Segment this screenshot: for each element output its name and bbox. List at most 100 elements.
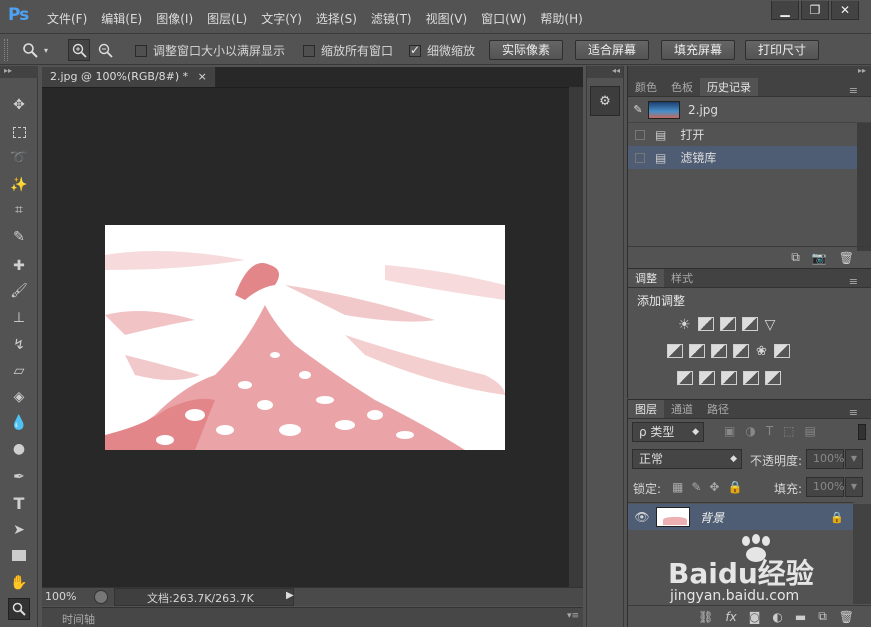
hand-tool-icon[interactable]: ✋ — [8, 572, 30, 594]
menu-window[interactable]: 窗口(W) — [476, 10, 531, 27]
filter-adjustment-icon[interactable]: ◑ — [745, 424, 755, 438]
zoom-level[interactable]: 100% — [45, 590, 76, 603]
actual-pixels-button[interactable]: 实际像素 — [489, 40, 564, 60]
filter-pixel-icon[interactable]: ▣ — [724, 424, 735, 438]
brush-tool-icon[interactable]: 🖌 — [8, 280, 30, 302]
history-state-checkbox[interactable] — [635, 129, 645, 140]
resize-windows-option[interactable]: 调整窗口大小以满屏显示 — [135, 42, 285, 59]
lasso-tool-icon[interactable]: ➰ — [8, 147, 30, 169]
image-canvas[interactable] — [105, 225, 505, 450]
panel-menu-icon[interactable]: ≡ — [842, 272, 865, 291]
layer-name[interactable]: 背景 — [700, 509, 724, 526]
pen-tool-icon[interactable]: ✒ — [8, 466, 30, 488]
layer-filter-select[interactable]: ρ 类型 ◆ — [632, 422, 704, 442]
vibrance-icon[interactable]: ▽ — [765, 317, 776, 333]
history-item[interactable]: ▤ 打开 — [628, 123, 871, 146]
move-tool-icon[interactable]: ✥ — [8, 94, 30, 116]
blend-mode-select[interactable]: 正常 ◆ — [632, 449, 742, 469]
history-panel-icon[interactable]: ⚙ — [590, 86, 620, 116]
close-window-button[interactable]: ✕ — [831, 1, 859, 20]
tools-collapse-icon[interactable]: ▸▸ — [0, 66, 38, 78]
menu-filter[interactable]: 滤镜(T) — [366, 10, 417, 27]
zoom-all-checkbox[interactable] — [303, 44, 315, 57]
path-selection-tool-icon[interactable]: ➤ — [8, 519, 30, 541]
tab-history[interactable]: 历史记录 — [700, 78, 758, 96]
panel-menu-icon[interactable]: ▾≡ — [567, 611, 579, 621]
filter-type-icon[interactable]: T — [766, 424, 773, 438]
dodge-tool-icon[interactable]: ● — [8, 438, 30, 460]
history-state-checkbox[interactable] — [635, 152, 645, 163]
restore-button[interactable]: ❐ — [801, 1, 829, 20]
panel-menu-icon[interactable]: ≡ — [842, 81, 865, 100]
history-scrollbar[interactable] — [857, 123, 871, 251]
panel-menu-icon[interactable]: ≡ — [842, 403, 865, 422]
lock-transparency-icon[interactable]: ▦ — [672, 480, 683, 494]
chevron-down-icon[interactable]: ▼ — [845, 449, 863, 469]
blur-tool-icon[interactable]: 💧 — [8, 412, 30, 434]
rectangle-tool-icon[interactable] — [8, 544, 30, 566]
threshold-icon[interactable] — [721, 371, 737, 385]
minimize-button[interactable]: ▁ — [771, 1, 799, 20]
lock-all-icon[interactable]: 🔒 — [727, 480, 742, 494]
channel-mixer-icon[interactable]: ❀ — [756, 344, 767, 359]
new-document-from-state-icon[interactable]: ⧉ — [791, 250, 800, 265]
dock-collapse-icon[interactable]: ◂◂ — [587, 66, 623, 78]
color-balance-icon[interactable] — [689, 344, 705, 358]
zoom-in-button[interactable] — [68, 39, 90, 61]
menu-help[interactable]: 帮助(H) — [535, 10, 587, 27]
brightness-icon[interactable]: ☀ — [678, 317, 691, 333]
levels-icon[interactable] — [697, 317, 714, 331]
new-group-icon[interactable]: ▬ — [795, 610, 806, 624]
menu-type[interactable]: 文字(Y) — [256, 10, 307, 27]
scrubby-zoom-option[interactable]: ✓ 细微缩放 — [409, 42, 475, 59]
clone-stamp-tool-icon[interactable]: ⊥ — [8, 307, 30, 329]
fx-icon[interactable]: fx — [725, 610, 736, 624]
fill-screen-button[interactable]: 填充屏幕 — [661, 40, 736, 60]
menu-view[interactable]: 视图(V) — [421, 10, 473, 27]
zoom-tool-preset[interactable]: ▾ — [22, 40, 58, 60]
menu-file[interactable]: 文件(F) — [42, 10, 92, 27]
menu-select[interactable]: 选择(S) — [311, 10, 362, 27]
history-brush-source-icon[interactable]: ✎ — [628, 103, 648, 116]
timeline-label[interactable]: 时间轴 — [62, 611, 95, 627]
resize-windows-checkbox[interactable] — [135, 44, 147, 57]
eyedropper-tool-icon[interactable]: ✎ — [8, 226, 30, 248]
crop-tool-icon[interactable]: ⌗ — [8, 199, 30, 221]
add-mask-icon[interactable]: ◙ — [749, 610, 761, 624]
menu-edit[interactable]: 编辑(E) — [96, 10, 147, 27]
type-tool-icon[interactable]: T — [8, 492, 30, 514]
exposure-icon[interactable] — [741, 317, 758, 331]
trash-icon[interactable]: 🗑 — [839, 251, 854, 265]
tab-swatches[interactable]: 色板 — [664, 78, 700, 96]
history-brush-tool-icon[interactable]: ↯ — [8, 334, 30, 356]
menu-image[interactable]: 图像(I) — [151, 10, 198, 27]
scrubby-zoom-checkbox[interactable]: ✓ — [409, 43, 421, 57]
history-snapshot[interactable]: ✎ 2.jpg — [628, 97, 871, 123]
lock-position-icon[interactable]: ✥ — [709, 480, 719, 494]
paint-bucket-tool-icon[interactable]: ◈ — [8, 386, 30, 408]
new-layer-icon[interactable]: ⧉ — [818, 609, 827, 624]
tab-styles[interactable]: 样式 — [664, 269, 700, 287]
posterize-icon[interactable] — [699, 371, 715, 385]
eraser-tool-icon[interactable]: ▱ — [8, 360, 30, 382]
opacity-input[interactable]: 100% — [806, 449, 844, 469]
play-arrow-icon[interactable]: ▶ — [286, 590, 294, 601]
filter-toggle[interactable] — [858, 424, 866, 440]
gradient-map-icon[interactable] — [765, 371, 781, 385]
tab-adjustments[interactable]: 调整 — [628, 269, 664, 287]
layer-row[interactable]: 👁 背景 🔒 — [628, 504, 854, 530]
print-size-button[interactable]: 打印尺寸 — [745, 40, 820, 60]
fit-screen-button[interactable]: 适合屏幕 — [575, 40, 650, 60]
tab-color[interactable]: 颜色 — [628, 78, 664, 96]
zoom-all-option[interactable]: 缩放所有窗口 — [303, 42, 393, 59]
tab-layers[interactable]: 图层 — [628, 400, 664, 418]
curves-icon[interactable] — [719, 317, 736, 331]
filter-shape-icon[interactable]: ⬚ — [783, 424, 794, 438]
filter-smart-object-icon[interactable]: ▤ — [805, 424, 816, 438]
layers-scrollbar[interactable] — [853, 504, 871, 604]
history-item-selected[interactable]: ▤ 滤镜库 — [628, 146, 871, 169]
vertical-scrollbar[interactable] — [569, 87, 583, 587]
camera-icon[interactable]: 📷 — [812, 251, 827, 265]
zoom-out-button[interactable] — [94, 39, 116, 61]
magic-wand-tool-icon[interactable]: ✨ — [8, 174, 30, 196]
